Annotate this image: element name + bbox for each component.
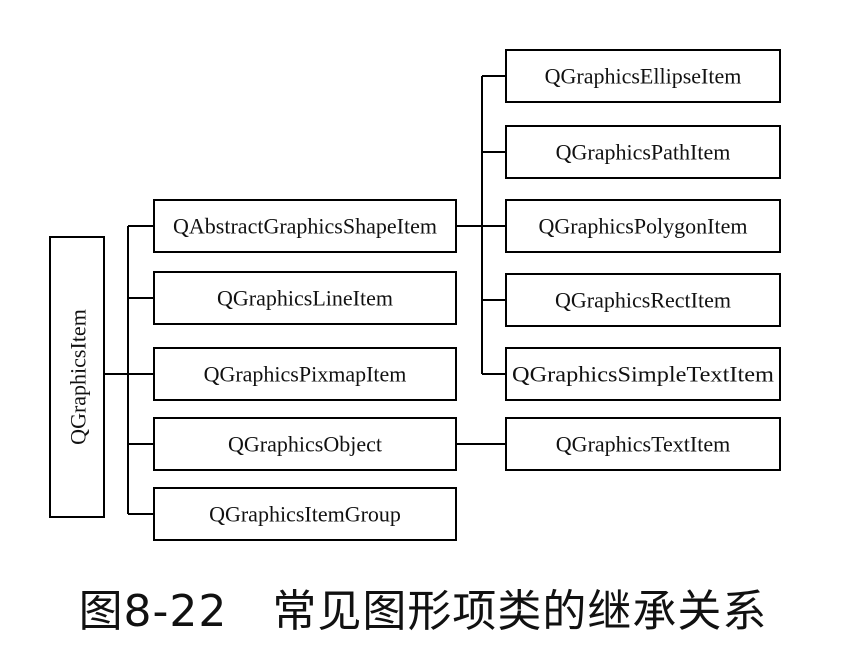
- node-label: QGraphicsTextItem: [556, 432, 730, 457]
- node-shape-child: QGraphicsEllipseItem: [505, 49, 781, 103]
- node-label: QAbstractGraphicsShapeItem: [173, 214, 437, 239]
- node-label: QGraphicsLineItem: [217, 286, 393, 311]
- node-level1: QGraphicsLineItem: [153, 271, 457, 325]
- node-object-child: QGraphicsTextItem: [505, 417, 781, 471]
- node-label: QGraphicsItemGroup: [209, 502, 401, 527]
- node-label: QGraphicsRectItem: [555, 288, 731, 313]
- figure-caption: 图8-22 常见图形项类的继承关系: [78, 586, 768, 637]
- node-shape-child: QGraphicsRectItem: [505, 273, 781, 327]
- node-level1: QAbstractGraphicsShapeItem: [153, 199, 457, 253]
- node-label: QGraphicsPolygonItem: [539, 214, 748, 239]
- node-level1: QGraphicsObject: [153, 417, 457, 471]
- node-shape-child: QGraphicsPathItem: [505, 125, 781, 179]
- node-root: QGraphicsItem: [49, 236, 105, 518]
- node-level1: QGraphicsPixmapItem: [153, 347, 457, 401]
- node-root-label: QGraphicsItem: [66, 309, 91, 445]
- node-label: QGraphicsPixmapItem: [204, 362, 407, 387]
- node-shape-child: QGraphicsPolygonItem: [505, 199, 781, 253]
- node-level1: QGraphicsItemGroup: [153, 487, 457, 541]
- inheritance-diagram: QGraphicsItem QAbstractGraphicsShapeItem…: [0, 0, 846, 666]
- node-label: QGraphicsObject: [228, 432, 382, 457]
- node-label: QGraphicsSimpleTextItem: [512, 362, 774, 387]
- node-label: QGraphicsEllipseItem: [545, 64, 742, 89]
- node-shape-child: QGraphicsSimpleTextItem: [505, 347, 781, 401]
- node-label: QGraphicsPathItem: [556, 140, 731, 165]
